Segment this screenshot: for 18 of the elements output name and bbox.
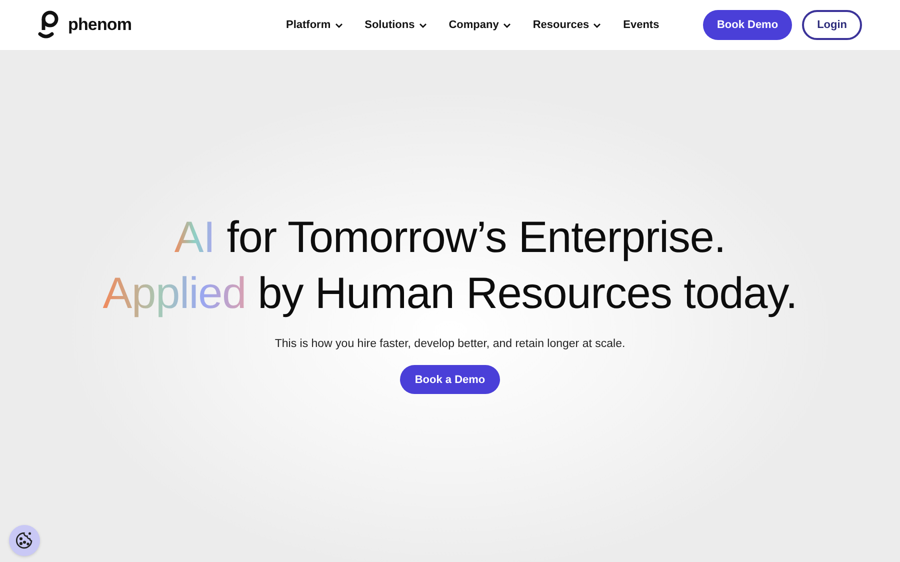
chevron-down-icon bbox=[334, 22, 343, 28]
hero-headline-line: Applied by Human Resources today. bbox=[102, 268, 798, 320]
book-a-demo-button[interactable]: Book a Demo bbox=[400, 365, 500, 394]
cookie-settings-button[interactable] bbox=[9, 525, 40, 556]
chevron-down-icon bbox=[593, 22, 602, 28]
chevron-down-icon bbox=[418, 22, 427, 28]
hero-subtitle: This is how you hire faster, develop better, and retain longer at scale. bbox=[274, 337, 626, 352]
nav-link[interactable]: Resources bbox=[532, 16, 602, 34]
hero-headline-line: AI for Tomorrow’s Enterprise. bbox=[174, 212, 726, 264]
chevron-down-icon bbox=[502, 22, 511, 28]
nav-link[interactable]: Platform bbox=[286, 16, 343, 34]
book-demo-button[interactable]: Book Demo bbox=[702, 10, 792, 40]
nav-link[interactable]: Solutions bbox=[364, 16, 427, 34]
cookie-icon bbox=[14, 530, 35, 551]
login-button[interactable]: Login bbox=[802, 10, 862, 40]
nav-link[interactable]: Company bbox=[448, 16, 511, 34]
nav-link[interactable]: Events bbox=[623, 16, 660, 34]
logo-wordmark[interactable]: phenom bbox=[68, 12, 132, 38]
